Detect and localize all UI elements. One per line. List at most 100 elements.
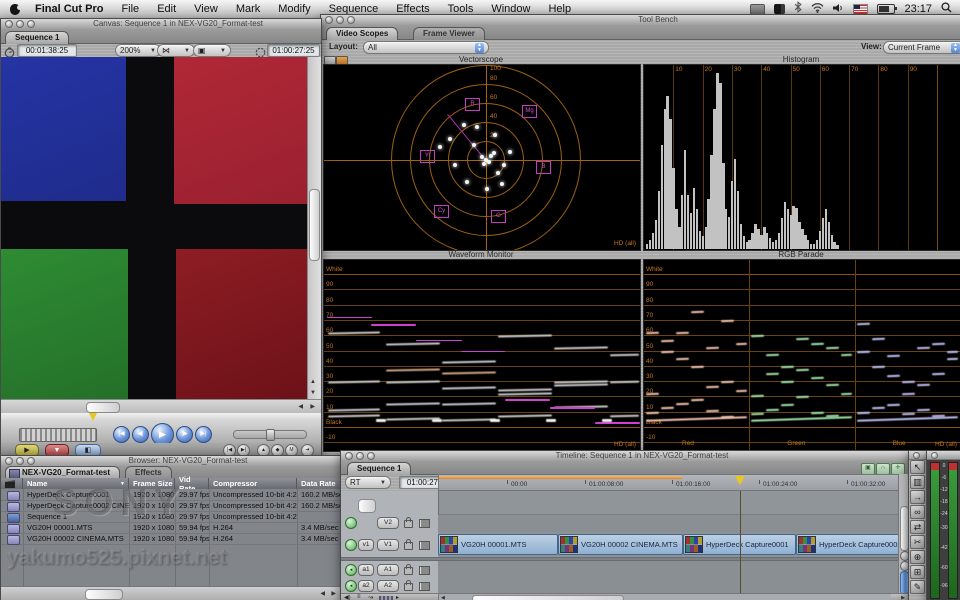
tool-slip[interactable]: ⇄ xyxy=(910,520,925,534)
duration-timecode-field[interactable]: 00:01:38:25 xyxy=(17,44,77,57)
rt-popup[interactable]: RT▼ xyxy=(345,476,391,489)
go-to-end-button[interactable]: ▶| xyxy=(195,426,212,443)
view-options-popup[interactable]: ⋈▼ xyxy=(157,44,195,57)
tool-razor[interactable]: ✂ xyxy=(910,535,925,549)
layout-popup[interactable]: All▲▼ xyxy=(363,41,489,54)
window-zoom-button[interactable] xyxy=(27,457,35,465)
window-close-button[interactable] xyxy=(5,457,13,465)
current-timecode-field[interactable]: 01:00:27:25 xyxy=(267,44,320,57)
display-status-icon[interactable] xyxy=(750,4,765,15)
tool-selection[interactable]: ↖ xyxy=(910,460,925,474)
menu-item-final-cut-pro[interactable]: Final Cut Pro xyxy=(26,0,112,18)
timeline-clip[interactable]: HyperDeck Capture0002 CINEMA xyxy=(796,534,898,555)
destination-a1[interactable]: A1 xyxy=(377,564,399,576)
track-enable-a2[interactable]: ◂ xyxy=(345,580,357,592)
timeline-playhead-line[interactable] xyxy=(740,491,741,593)
window-close-button[interactable] xyxy=(325,16,333,24)
window-minimize-button[interactable] xyxy=(16,20,24,28)
column-header-compressor[interactable]: Compressor xyxy=(209,478,297,489)
track-lock-icon[interactable] xyxy=(404,583,413,591)
destination-v1[interactable]: V1 xyxy=(377,539,399,551)
source-patch-a1[interactable]: a1 xyxy=(358,564,374,576)
scroll-right-arrow[interactable]: ▶ xyxy=(331,590,336,597)
browser-hscrollbar[interactable]: ◀ ▶ xyxy=(1,586,341,600)
track-content-icon[interactable] xyxy=(419,582,430,591)
window-zoom-button[interactable] xyxy=(367,452,375,460)
audio-mute-icon[interactable]: ◀) xyxy=(344,594,351,600)
zoom-arrow[interactable]: ▸ xyxy=(396,594,399,600)
menu-item-mark[interactable]: Mark xyxy=(227,0,269,18)
track-enable-a1[interactable]: ◂ xyxy=(345,564,357,576)
menu-item-file[interactable]: File xyxy=(112,0,148,18)
scroll-up-arrow[interactable]: ▲ xyxy=(310,379,316,385)
track-enable-v2[interactable] xyxy=(345,517,357,529)
shuttle-control[interactable] xyxy=(233,430,307,439)
track-lock-icon[interactable] xyxy=(404,542,413,550)
timeline-clip[interactable]: VG20H 00002 CINEMA.MTS xyxy=(558,534,683,555)
go-to-start-button[interactable]: |◀ xyxy=(113,426,130,443)
hscroll-thumb[interactable] xyxy=(86,402,120,413)
timeline-hscrollbar[interactable]: ◀ xyxy=(438,594,891,600)
window-zoom-button[interactable] xyxy=(27,20,35,28)
menu-item-edit[interactable]: Edit xyxy=(148,0,185,18)
shuttle-thumb[interactable] xyxy=(266,429,275,441)
clip-keyframes-icon[interactable]: ↝ xyxy=(368,594,373,600)
window-close-button[interactable] xyxy=(345,452,353,460)
track-enable-v1[interactable] xyxy=(345,539,357,551)
source-patch-v1[interactable]: v1 xyxy=(358,539,374,551)
timeline-clip[interactable]: VG20H 00001.MTS xyxy=(438,534,558,555)
tool-roll[interactable]: ∞ xyxy=(910,505,925,519)
scroll-left-arrow[interactable]: ◀ xyxy=(441,595,445,600)
vscroll-thumb[interactable] xyxy=(309,189,320,261)
scroll-right-arrow[interactable]: ▶ xyxy=(310,403,315,410)
track-height-icon[interactable]: ≡ xyxy=(357,594,361,600)
track-lock-icon[interactable] xyxy=(404,520,413,528)
canvas-vscrollbar[interactable]: ▲ ▼ xyxy=(307,57,321,399)
window-close-button[interactable] xyxy=(913,452,920,459)
tool-edit-selection[interactable]: ▥ xyxy=(910,475,925,489)
jog-control[interactable] xyxy=(19,428,97,442)
tool-crop[interactable]: ⊞ xyxy=(910,565,925,579)
zoom-popup[interactable]: 200%▼ xyxy=(115,44,161,57)
browser-hscroll-thumb[interactable] xyxy=(85,589,123,600)
destination-v2[interactable]: V2 xyxy=(377,517,399,529)
tool-zoom[interactable]: ⊕ xyxy=(910,550,925,564)
timeline-ruler[interactable]: 00:0001:00:08:0001:00:16:0001:00:24:0001… xyxy=(438,474,898,491)
source-patch-slot[interactable] xyxy=(358,499,376,513)
view-popup[interactable]: Current Frame▲▼ xyxy=(883,41,960,54)
apple-menu-icon[interactable] xyxy=(10,4,20,15)
scroll-right-arrow[interactable]: ▶ xyxy=(901,595,905,600)
tool-select-forward[interactable]: → xyxy=(910,490,925,504)
menu-item-modify[interactable]: Modify xyxy=(269,0,319,18)
window-minimize-button[interactable] xyxy=(356,452,364,460)
column-header-data-rate[interactable]: Data Rate xyxy=(297,478,341,489)
window-minimize-button[interactable] xyxy=(16,457,24,465)
track-content-icon[interactable] xyxy=(419,566,430,575)
window-minimize-button[interactable] xyxy=(336,16,344,24)
media-type-column-icon[interactable] xyxy=(1,478,23,489)
scroll-down-arrow[interactable]: ▼ xyxy=(310,390,316,396)
step-back-button[interactable]: ◀| xyxy=(132,426,149,443)
scroll-left-arrow[interactable]: ◀ xyxy=(298,403,303,410)
destination-a2[interactable]: A2 xyxy=(377,580,399,592)
scroll-left-arrow[interactable]: ◀ xyxy=(320,590,325,597)
input-language-flag-icon[interactable] xyxy=(853,4,868,15)
spaces-status-icon[interactable] xyxy=(774,4,785,14)
track-content-icon[interactable] xyxy=(419,541,430,550)
window-close-button[interactable] xyxy=(931,452,938,459)
overlay-options-popup[interactable]: ▣▼ xyxy=(193,44,231,57)
canvas-playhead[interactable] xyxy=(89,413,97,421)
timeline-hscroll-thumb[interactable] xyxy=(472,595,624,600)
timeline-playhead-marker[interactable] xyxy=(735,476,745,485)
window-zoom-button[interactable] xyxy=(347,16,355,24)
menu-item-view[interactable]: View xyxy=(185,0,227,18)
source-patch-a2[interactable]: a2 xyxy=(358,580,374,592)
track-content-icon[interactable] xyxy=(419,519,430,528)
step-forward-button[interactable]: |▶ xyxy=(176,426,193,443)
zoom-slider[interactable] xyxy=(379,596,393,600)
window-close-button[interactable] xyxy=(5,20,13,28)
track-lock-icon[interactable] xyxy=(404,567,413,575)
battery-icon[interactable] xyxy=(877,4,895,14)
table-row[interactable]: VG20H 00002 CINEMA.MTS1920 x 108059.94 f… xyxy=(1,533,341,545)
tool-pen[interactable]: ✎ xyxy=(910,580,925,594)
